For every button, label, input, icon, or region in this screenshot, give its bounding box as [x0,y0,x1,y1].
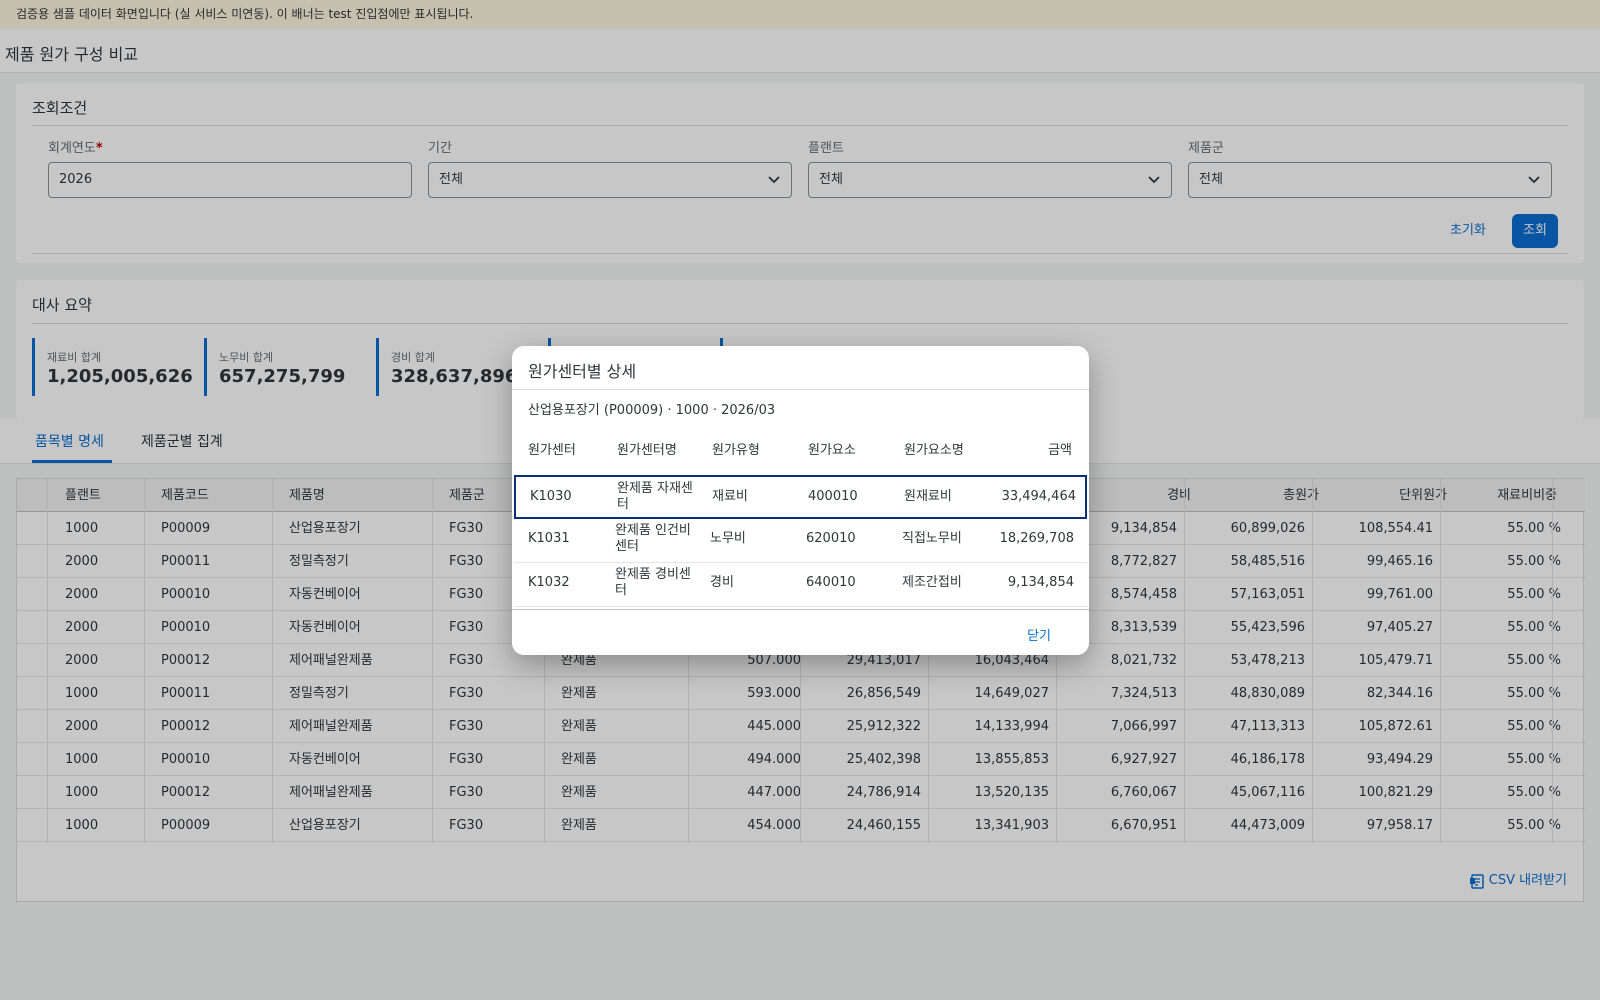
cell-amount: 33,494,464 [1001,489,1076,504]
divider [512,609,1089,610]
cell-cost-element: 620010 [806,531,856,546]
cell-amount: 9,134,854 [1007,575,1074,590]
dialog-table-row[interactable]: K1031 완제품 인건비센터 노무비 620010 직접노무비 18,269,708 [514,519,1087,563]
column-header-amount: 금액 [1048,443,1072,458]
cell-cost-element-name: 직접노무비 [902,531,962,546]
cell-cost-center: K1032 [528,575,570,590]
column-header-cost-center: 원가센터 [528,443,576,458]
dialog-subtitle: 산업용포장기 (P00009) · 1000 · 2026/03 [528,403,776,418]
column-header-cost-element: 원가요소 [808,443,856,458]
dialog-table-row[interactable]: K1030 완제품 자재센터 재료비 400010 원재료비 33,494,464 [514,475,1087,519]
cell-cost-center-name: 완제품 경비센터 [615,567,691,598]
cell-cost-element-name: 제조간접비 [902,575,962,590]
cost-center-detail-dialog: 원가센터별 상세 산업용포장기 (P00009) · 1000 · 2026/0… [512,346,1089,655]
cell-cost-center-name: 완제품 자재센터 [617,481,693,512]
cell-cost-type: 재료비 [712,489,748,504]
cell-cost-element: 640010 [806,575,856,590]
cell-cost-center: K1031 [528,531,570,546]
divider [512,389,1089,390]
cell-amount: 18,269,708 [999,531,1074,546]
column-header-cost-element-name: 원가요소명 [904,443,964,458]
cell-cost-element: 400010 [808,489,858,504]
dialog-table-row[interactable]: K1032 완제품 경비센터 경비 640010 제조간접비 9,134,854 [514,563,1087,607]
cell-cost-element-name: 원재료비 [904,489,952,504]
column-header-cost-type: 원가유형 [712,443,760,458]
cell-cost-center: K1030 [530,489,572,504]
cell-cost-type: 노무비 [710,531,746,546]
cell-cost-center-name: 완제품 인건비센터 [615,523,691,554]
close-button[interactable]: 닫기 [1027,625,1051,644]
column-header-cost-center-name: 원가센터명 [617,443,677,458]
cell-cost-type: 경비 [710,575,734,590]
dialog-title: 원가센터별 상세 [528,362,637,381]
